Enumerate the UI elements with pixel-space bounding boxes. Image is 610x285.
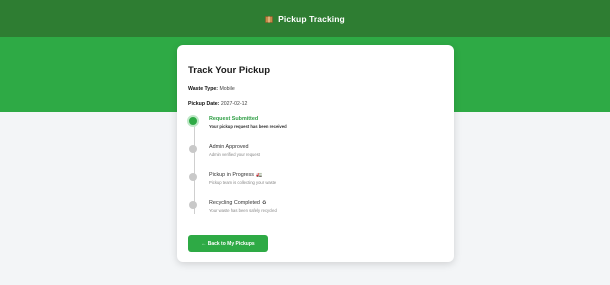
- top-header-bar: Pickup Tracking: [0, 0, 610, 37]
- truck-icon: 🚛: [255, 172, 263, 178]
- active-step-dot-icon: [187, 115, 199, 127]
- status-timeline: Request Submitted Your pickup request ha…: [187, 115, 443, 228]
- card-title: Track Your Pickup: [188, 65, 271, 76]
- step-desc: Admin verified your request: [209, 152, 260, 157]
- timeline-step-completed: Recycling Completed ♻ Your waste has been…: [188, 200, 443, 228]
- pending-step-dot-icon: [189, 173, 197, 181]
- step-title: Request Submitted: [209, 116, 259, 122]
- step-desc: Your waste has been safely recycled: [209, 208, 277, 213]
- step-desc: Your pickup request has been received: [209, 124, 287, 129]
- tracking-card: Track Your Pickup Waste Type: Mobile Pic…: [177, 45, 454, 262]
- pickup-date-row: Pickup Date: 2027-02-12: [188, 101, 443, 107]
- recycle-icon: ♻: [261, 200, 267, 206]
- step-title-row: Recycling Completed ♻: [209, 200, 443, 207]
- pickup-date-value: 2027-02-12: [220, 101, 248, 107]
- waste-type-row: Waste Type: Mobile: [188, 86, 443, 92]
- header-title: Pickup Tracking: [278, 13, 345, 24]
- step-title: Admin Approved: [209, 144, 249, 150]
- timeline-step-submitted: Request Submitted Your pickup request ha…: [187, 115, 443, 144]
- step-title: Pickup in Progress: [209, 172, 254, 178]
- package-icon: [265, 15, 273, 23]
- back-to-my-pickups-button[interactable]: ← Back to My Pickups: [188, 235, 268, 252]
- pending-step-dot-icon: [189, 145, 197, 153]
- step-title-row: Pickup in Progress 🚛: [209, 172, 443, 179]
- pickup-date-label: Pickup Date:: [188, 101, 220, 107]
- waste-type-label: Waste Type:: [188, 86, 218, 92]
- timeline-step-approved: Admin Approved Admin verified your reque…: [188, 144, 443, 172]
- waste-type-value: Mobile: [219, 86, 235, 92]
- step-desc: Pickup team is collecting your waste: [209, 180, 277, 185]
- step-title: Recycling Completed: [209, 200, 260, 206]
- timeline-step-in-progress: Pickup in Progress 🚛 Pickup team is colle…: [188, 172, 443, 200]
- pending-step-dot-icon: [189, 201, 197, 209]
